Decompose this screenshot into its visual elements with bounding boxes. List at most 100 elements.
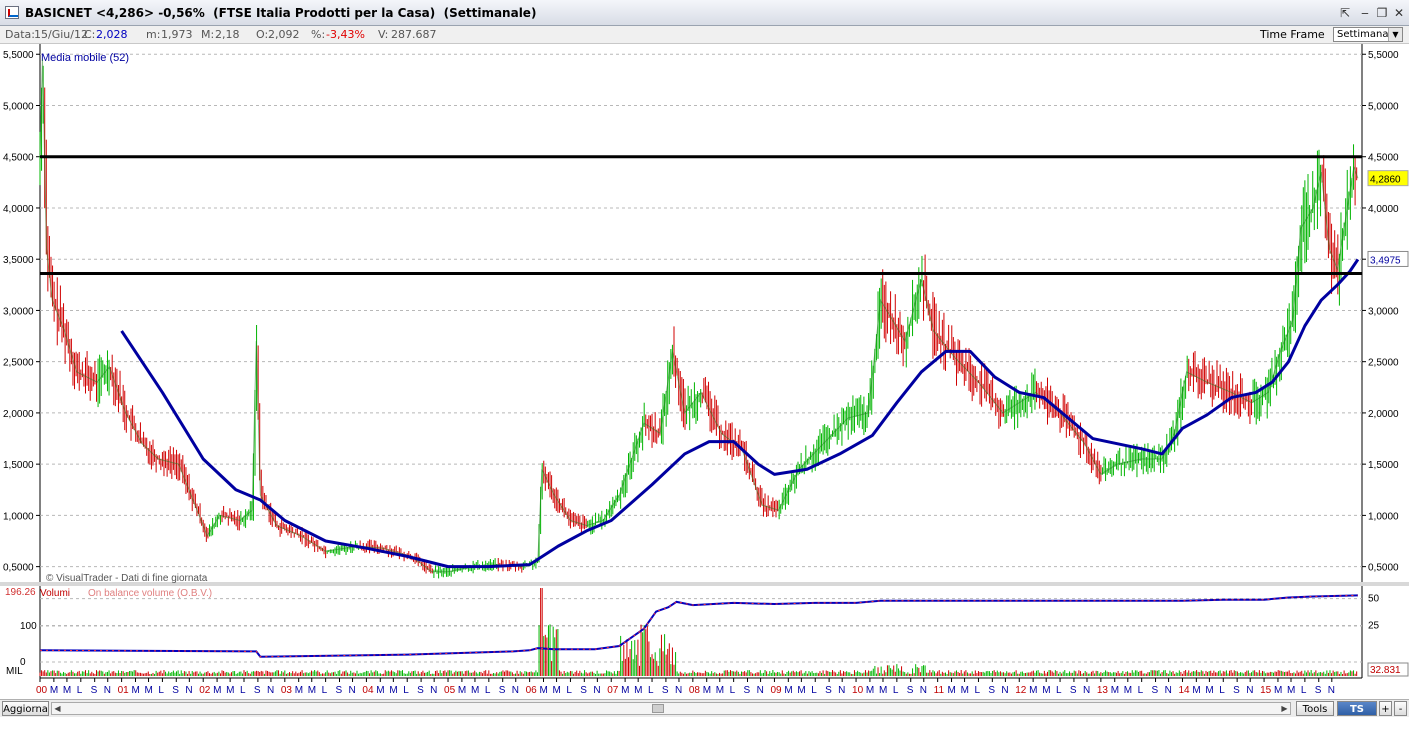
x-month-label: M — [1192, 685, 1200, 696]
x-year-label: 10 — [852, 685, 864, 696]
max-label: M: — [201, 28, 215, 41]
x-month-label: N — [593, 685, 600, 696]
max-value: 2,18 — [215, 28, 240, 41]
x-month-label: M — [1287, 685, 1295, 696]
x-month-label: N — [1083, 685, 1090, 696]
x-month-label: N — [838, 685, 845, 696]
x-month-label: S — [1233, 685, 1240, 696]
x-month-label: M — [131, 685, 139, 696]
x-month-label: M — [961, 685, 969, 696]
window-titlebar: BASICNET <4,286> -0,56% (FTSE Italia Pro… — [0, 0, 1409, 26]
last-price-label: 4,2860 — [1370, 175, 1401, 186]
x-month-label: M — [1111, 685, 1119, 696]
x-month-label: M — [540, 685, 548, 696]
zoom-out-button[interactable]: - — [1394, 701, 1407, 716]
open-label: O: — [256, 28, 269, 41]
x-month-label: S — [580, 685, 587, 696]
chart-app-icon — [5, 6, 19, 19]
ts-off-button[interactable]: TS OFF — [1337, 701, 1377, 730]
volume-legend: Volumi — [40, 588, 70, 599]
x-month-label: S — [1070, 685, 1077, 696]
timeframe-select[interactable]: Settimanale ▼ — [1333, 27, 1403, 42]
window-title: BASICNET <4,286> -0,56% (FTSE Italia Pro… — [25, 6, 537, 20]
close-button[interactable]: ✕ — [1392, 6, 1406, 20]
restore-button[interactable]: ❐ — [1375, 6, 1389, 20]
tools-button[interactable]: Tools — [1296, 701, 1334, 716]
volume-value: 287.687 — [391, 28, 437, 41]
x-year-label: 08 — [689, 685, 701, 696]
x-month-label: M — [1029, 685, 1037, 696]
pct-label: %: — [311, 28, 326, 41]
chart-area[interactable]: 0,5000 0,5000 1,0000 1,0000 1,5000 1,5000 2,00… — [0, 44, 1409, 699]
price-tick-label-right: 1,0000 — [1368, 511, 1399, 522]
price-tick-label-left: 1,5000 — [3, 460, 34, 471]
x-year-label: 03 — [281, 685, 293, 696]
scroll-left-icon[interactable]: ◀ — [52, 703, 63, 714]
horizontal-scrollbar[interactable]: ◀ ▶ — [51, 702, 1291, 715]
x-month-label: M — [50, 685, 58, 696]
x-month-label: S — [91, 685, 98, 696]
min-label: m: — [146, 28, 161, 41]
x-month-label: S — [907, 685, 914, 696]
x-year-label: 07 — [607, 685, 619, 696]
x-year-label: 15 — [1260, 685, 1272, 696]
watermark: © VisualTrader - Dati di fine giornata — [46, 573, 208, 584]
scroll-thumb[interactable] — [652, 704, 664, 713]
x-month-label: M — [308, 685, 316, 696]
x-month-label: M — [376, 685, 384, 696]
price-tick-label-right: 4,5000 — [1368, 153, 1399, 164]
x-month-label: S — [172, 685, 179, 696]
x-month-label: S — [744, 685, 751, 696]
status-bar: Aggiorna ◀ ▶ Tools TS OFF + - — [0, 699, 1409, 730]
x-year-label: 11 — [934, 685, 945, 696]
volume-tick-label: 100 — [20, 621, 37, 632]
x-month-label: L — [974, 685, 980, 696]
minimize-button[interactable]: ‒ — [1358, 6, 1372, 20]
price-tick-label-left: 4,0000 — [3, 204, 34, 215]
x-year-label: 06 — [526, 685, 538, 696]
price-tick-label-right: 4,0000 — [1368, 204, 1399, 215]
price-tick-label-left: 5,0000 — [3, 101, 34, 112]
x-month-label: M — [634, 685, 642, 696]
price-tick-label-right: 2,0000 — [1368, 409, 1399, 420]
x-month-label: M — [1205, 685, 1213, 696]
x-month-label: L — [893, 685, 899, 696]
x-month-label: L — [1301, 685, 1307, 696]
price-tick-label-left: 0,5000 — [3, 563, 34, 574]
x-month-label: S — [1152, 685, 1159, 696]
x-month-label: M — [553, 685, 561, 696]
x-month-label: N — [512, 685, 519, 696]
x-month-label: N — [104, 685, 111, 696]
x-month-label: N — [1246, 685, 1253, 696]
x-month-label: L — [403, 685, 409, 696]
x-month-label: M — [703, 685, 711, 696]
x-month-label: M — [226, 685, 234, 696]
pin-icon[interactable]: ⇱ — [1338, 6, 1352, 20]
scroll-right-icon[interactable]: ▶ — [1279, 703, 1290, 714]
zoom-in-button[interactable]: + — [1379, 701, 1392, 716]
timeframe-label: Time Frame — [1260, 28, 1325, 41]
price-tick-label-right: 5,5000 — [1368, 50, 1399, 61]
price-tick-label-right: 2,5000 — [1368, 358, 1399, 369]
obv-last-label: 32.831 — [1370, 665, 1401, 676]
quote-info-bar: Data: 15/Giu/12 C: 2,028 m: 1,973 M: 2,1… — [0, 26, 1409, 44]
x-month-label: L — [485, 685, 491, 696]
x-month-label: M — [716, 685, 724, 696]
price-tick-label-left: 2,5000 — [3, 358, 34, 369]
x-month-label: N — [920, 685, 927, 696]
aggiorna-button[interactable]: Aggiorna — [2, 701, 49, 716]
date-label: Data: — [5, 28, 35, 41]
x-month-label: L — [1056, 685, 1062, 696]
x-year-label: 09 — [770, 685, 782, 696]
panel-separator — [0, 582, 1409, 586]
chevron-down-icon[interactable]: ▼ — [1388, 28, 1402, 41]
x-year-label: 04 — [362, 685, 374, 696]
volume-unit-label: MIL — [6, 666, 23, 677]
x-month-label: N — [757, 685, 764, 696]
price-tick-label-right: 3,0000 — [1368, 306, 1399, 317]
x-month-label: M — [797, 685, 805, 696]
price-tick-label-left: 5,5000 — [3, 50, 34, 61]
x-month-label: M — [948, 685, 956, 696]
x-month-label: M — [458, 685, 466, 696]
x-month-label: M — [1124, 685, 1132, 696]
